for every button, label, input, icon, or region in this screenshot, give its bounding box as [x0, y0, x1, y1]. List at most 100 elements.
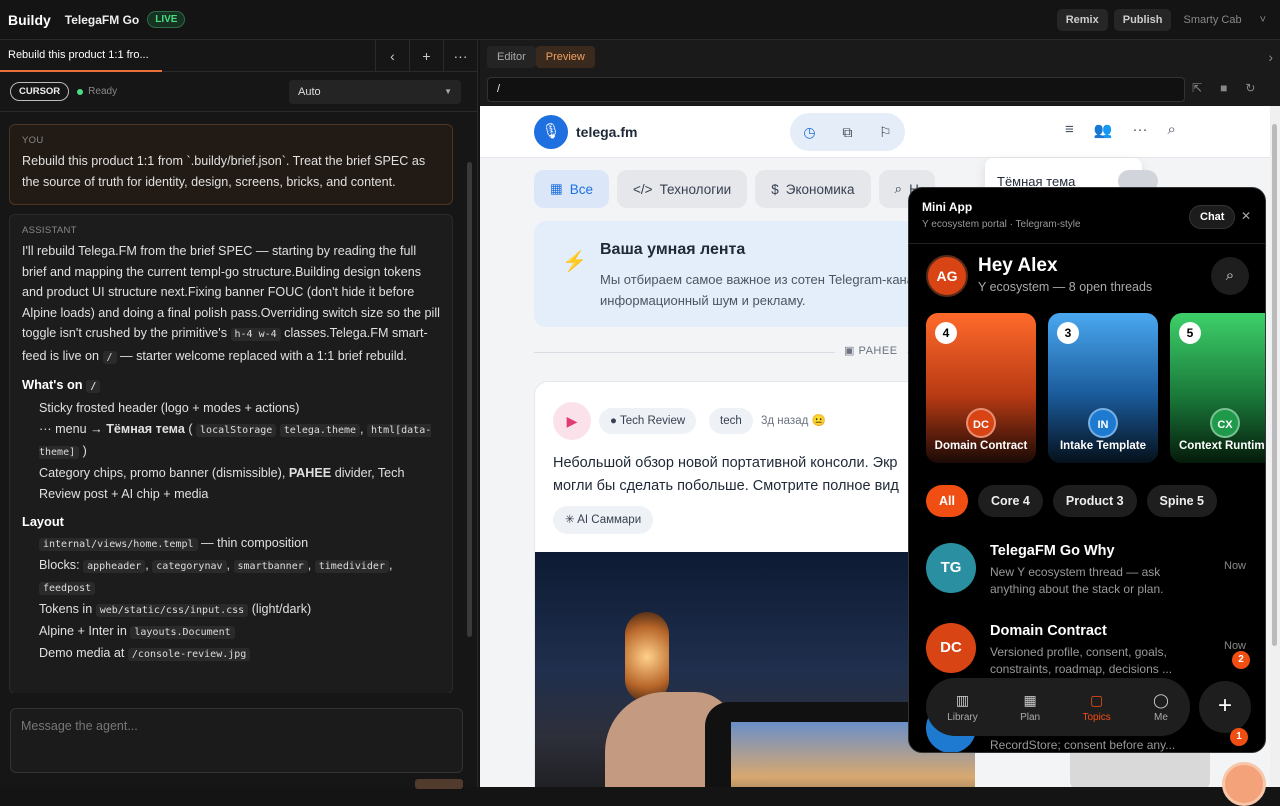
- mic-icon: ●: [610, 415, 617, 427]
- card-count: 5: [1179, 322, 1201, 344]
- add-button[interactable]: +: [1199, 681, 1251, 733]
- chip-all[interactable]: ▦ Все: [534, 170, 610, 208]
- chat-button[interactable]: Chat: [1189, 205, 1236, 229]
- search-icon[interactable]: ⌕: [1211, 257, 1249, 295]
- external-link-icon[interactable]: ⇱: [1192, 81, 1202, 95]
- topic-card-domain[interactable]: 4 DC Domain Contract: [926, 313, 1036, 463]
- nav-library[interactable]: ▥ Library: [947, 692, 978, 723]
- account-menu[interactable]: Smarty Cab: [1177, 14, 1247, 26]
- code-span: telega.theme: [279, 424, 361, 437]
- status-dot: [77, 88, 84, 95]
- avatar[interactable]: AG: [926, 255, 968, 297]
- preview-scrollbar[interactable]: [1270, 106, 1280, 787]
- user-icon: ◯: [1153, 691, 1169, 708]
- list-item: Tokens in web/static/css/input.css (ligh…: [22, 599, 440, 621]
- code-span: /: [86, 380, 101, 393]
- mini-title: Mini App: [922, 200, 973, 214]
- app-header: 🎙 telega.fm ◷ ⧉ ⚐ ≡ 👥 ··· ⌕: [480, 106, 1270, 158]
- assistant-text: I'll rebuild Telega.FM from the brief SP…: [22, 241, 440, 368]
- thread-title: TelegaFM Go Why: [990, 543, 1115, 559]
- mode-select[interactable]: Auto ▼: [289, 79, 461, 104]
- list-item: Sticky frosted header (logo + modes + ac…: [39, 401, 300, 415]
- floating-action-button[interactable]: [1222, 762, 1266, 806]
- mic-icon[interactable]: 🎙: [534, 115, 568, 149]
- mode-switcher: ◷ ⧉ ⚐: [790, 113, 905, 151]
- user-text: Rebuild this product 1:1 from `.buildy/b…: [22, 154, 426, 189]
- scroll-thumb[interactable]: [1272, 124, 1277, 646]
- item-bold: Тёмная тема: [106, 422, 185, 436]
- item-text: ··· menu →: [39, 422, 103, 436]
- chat-tab[interactable]: Rebuild this product 1:1 fro...: [0, 40, 162, 72]
- cursor-badge[interactable]: CURSOR: [10, 82, 70, 101]
- scrollbar[interactable]: [467, 162, 472, 637]
- card-avatar: CX: [1210, 408, 1240, 438]
- search-icon[interactable]: ⌕: [1167, 121, 1175, 139]
- send-button[interactable]: [415, 779, 463, 789]
- remix-button[interactable]: Remix: [1056, 8, 1108, 31]
- filter-product[interactable]: Product 3: [1052, 485, 1137, 517]
- stop-icon[interactable]: ■: [1220, 81, 1227, 95]
- chat-icon: ▢: [1090, 691, 1104, 708]
- nav-me[interactable]: ◯ Me: [1153, 692, 1169, 723]
- publish-button[interactable]: Publish: [1113, 8, 1172, 31]
- item-text: — thin composition: [201, 536, 309, 550]
- status-text: Ready: [88, 86, 118, 97]
- nav-label: Topics: [1082, 711, 1111, 723]
- item-text: Category chips, promo banner (dismissibl…: [39, 466, 286, 480]
- card-label: Intake Template: [1059, 440, 1147, 452]
- nav-topics[interactable]: ▢ Topics: [1082, 692, 1110, 723]
- chip-economy[interactable]: $ Экономика: [755, 170, 871, 208]
- topic-card-intake[interactable]: 3 IN Intake Template: [1048, 313, 1158, 463]
- code-span: localStorage: [196, 424, 277, 437]
- list-item: Demo media at /console-review.jpg: [22, 643, 440, 665]
- chip-tech[interactable]: </> Технологии: [617, 170, 748, 208]
- clock-icon[interactable]: ◷: [803, 124, 815, 141]
- card-label: Domain Contract: [934, 440, 1028, 452]
- card-avatar: IN: [1088, 408, 1118, 438]
- code-span: appheader: [83, 560, 146, 573]
- more-icon[interactable]: ···: [1132, 121, 1147, 139]
- ai-summary-chip[interactable]: ✳ AI Саммари: [553, 506, 654, 534]
- tag-text: Tech Review: [619, 415, 686, 427]
- code-span: web/static/css/input.css: [95, 604, 249, 617]
- post-tag[interactable]: tech: [709, 408, 753, 434]
- time-divider-label: ▣ РАНЕЕ: [835, 342, 907, 359]
- nav-label: Plan: [1020, 711, 1041, 723]
- calendar-icon: ▣: [844, 345, 855, 357]
- message-input[interactable]: Message the agent...: [10, 708, 463, 773]
- mode-value: Auto: [298, 85, 321, 98]
- list-item: ··· menu → Тёмная тема ( localStorage te…: [39, 422, 432, 459]
- post-channel[interactable]: ● Tech Review: [599, 408, 697, 434]
- filter-icon[interactable]: ≡: [1065, 121, 1074, 139]
- plus-icon[interactable]: +: [409, 39, 443, 72]
- project-name[interactable]: TelegaFM Go: [65, 13, 139, 27]
- chevron-down-icon[interactable]: ˅: [1254, 14, 1272, 26]
- bolt-icon: ⚡: [562, 251, 587, 273]
- users-icon[interactable]: 👥: [1094, 121, 1113, 139]
- item-text: (light/dark): [251, 602, 312, 616]
- fab-badge: 1: [1230, 728, 1248, 746]
- thread-avatar: TG: [926, 543, 976, 593]
- refresh-icon[interactable]: ↻: [1245, 81, 1255, 95]
- bookmark-icon[interactable]: ⚐: [879, 124, 892, 141]
- url-input[interactable]: /: [487, 77, 1185, 102]
- filter-spine[interactable]: Spine 5: [1146, 485, 1218, 517]
- more-icon[interactable]: ···: [443, 39, 477, 72]
- app-logo-text[interactable]: telega.fm: [576, 124, 637, 140]
- topic-card-context[interactable]: 5 CX Context Runtime: [1170, 313, 1265, 463]
- thread-time: Now: [1224, 560, 1247, 572]
- tab-preview[interactable]: Preview: [535, 45, 595, 68]
- filter-all[interactable]: All: [926, 485, 968, 517]
- copy-icon[interactable]: ⧉: [842, 124, 852, 141]
- tab-editor[interactable]: Editor: [487, 45, 536, 68]
- assistant-paragraph: — starter welcome replaced with a 1:1 br…: [120, 348, 408, 363]
- chevron-left-icon[interactable]: ‹: [375, 39, 409, 72]
- code-span: /console-review.jpg: [127, 648, 251, 661]
- filter-core[interactable]: Core 4: [977, 485, 1043, 517]
- chevron-right-icon[interactable]: ›: [1268, 49, 1273, 65]
- thread-preview: New Y ecosystem thread — ask anything ab…: [990, 565, 1164, 596]
- nav-plan[interactable]: ▦ Plan: [1020, 692, 1040, 723]
- close-icon[interactable]: ✕: [1241, 209, 1251, 223]
- code-icon: </>: [633, 181, 653, 197]
- brand-logo[interactable]: Buildy: [8, 12, 51, 28]
